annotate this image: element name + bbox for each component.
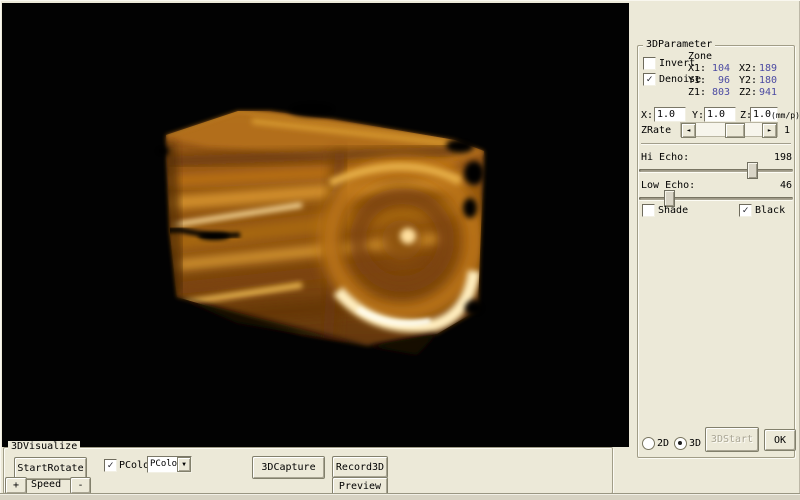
window-bottom-edge — [0, 493, 800, 500]
zone-y1-value: 96 — [706, 75, 730, 86]
record-3d-button[interactable]: Record3D — [332, 456, 388, 478]
speed-minus-button[interactable]: - — [70, 477, 91, 494]
zone-x1-label: X1: — [688, 63, 706, 74]
black-check-glyph: ✓ — [742, 206, 748, 215]
zrate-scroll-right-button[interactable]: ► — [762, 123, 777, 138]
x-scale-input[interactable] — [654, 107, 686, 122]
start-3d-button[interactable]: 3DStart — [705, 427, 759, 452]
shade-label: Shade — [658, 205, 688, 216]
ok-button[interactable]: OK — [764, 429, 796, 451]
y-scale-input[interactable] — [704, 107, 736, 122]
pcolor-checkbox[interactable]: ✓ — [104, 459, 117, 472]
zone-x1-value: 104 — [706, 63, 730, 74]
invert-checkbox[interactable] — [643, 57, 656, 70]
capture-3d-button[interactable]: 3DCapture — [252, 456, 325, 479]
hi-echo-label: Hi Echo: — [641, 152, 689, 163]
zrate-scroll-left-button[interactable]: ◄ — [681, 123, 696, 138]
zone-y1-label: Y1: — [688, 75, 706, 86]
low-echo-slider-track[interactable] — [639, 197, 793, 200]
pcolor-combo-dropdown-button[interactable]: ▼ — [177, 457, 191, 472]
scroll-right-icon: ► — [768, 128, 772, 134]
mode-2d-label: 2D — [657, 438, 669, 449]
hi-echo-slider-track[interactable] — [639, 169, 793, 172]
ultrasound-volume-render — [2, 3, 629, 447]
pcolor-combobox[interactable]: PColor ▼ — [147, 456, 192, 473]
scroll-left-icon: ◄ — [687, 128, 691, 134]
zone-z2-value: 941 — [757, 87, 777, 98]
app-window: 3DParameter Invert ✓ Denoise Zone X1: 10… — [0, 0, 800, 500]
zone-x2-value: 189 — [757, 63, 777, 74]
hi-echo-value: 198 — [760, 152, 792, 163]
zone-z1-value: 803 — [706, 87, 730, 98]
zone-y2-value: 180 — [757, 75, 777, 86]
zrate-value: 1 — [784, 125, 790, 136]
zone-z2-label: Z2: — [739, 87, 757, 98]
y-scale-label: Y: — [692, 110, 704, 121]
x-scale-label: X: — [641, 110, 653, 121]
speed-plus-button[interactable]: + — [5, 477, 27, 494]
speed-label: Speed — [31, 479, 61, 490]
render-viewport[interactable] — [2, 3, 629, 447]
zone-title: Zone — [688, 51, 712, 62]
zrate-label: ZRate — [641, 125, 671, 136]
black-label: Black — [755, 205, 785, 216]
panel-divider — [641, 143, 791, 145]
mode-3d-label: 3D — [689, 438, 701, 449]
mode-3d-radio[interactable] — [674, 437, 687, 450]
black-checkbox[interactable]: ✓ — [739, 204, 752, 217]
scale-unit-label: (mm/p) — [771, 110, 800, 121]
shade-checkbox[interactable] — [642, 204, 655, 217]
chevron-down-icon: ▼ — [182, 462, 186, 468]
denoise-checkbox[interactable]: ✓ — [643, 73, 656, 86]
low-echo-value: 46 — [760, 180, 792, 191]
zone-x2-label: X2: — [739, 63, 757, 74]
visualize-group-title: 3DVisualize — [8, 441, 80, 452]
zone-z1-label: Z1: — [688, 87, 706, 98]
zrate-scroll-thumb[interactable] — [725, 123, 745, 138]
denoise-check-glyph: ✓ — [646, 75, 652, 84]
pcolor-check-glyph: ✓ — [107, 461, 113, 470]
parameter-group-title: 3DParameter — [643, 39, 715, 50]
hi-echo-slider-thumb[interactable] — [747, 162, 758, 179]
zone-y2-label: Y2: — [739, 75, 757, 86]
zrate-scrollbar[interactable]: ◄ ► — [680, 122, 778, 137]
mode-2d-radio[interactable] — [642, 437, 655, 450]
